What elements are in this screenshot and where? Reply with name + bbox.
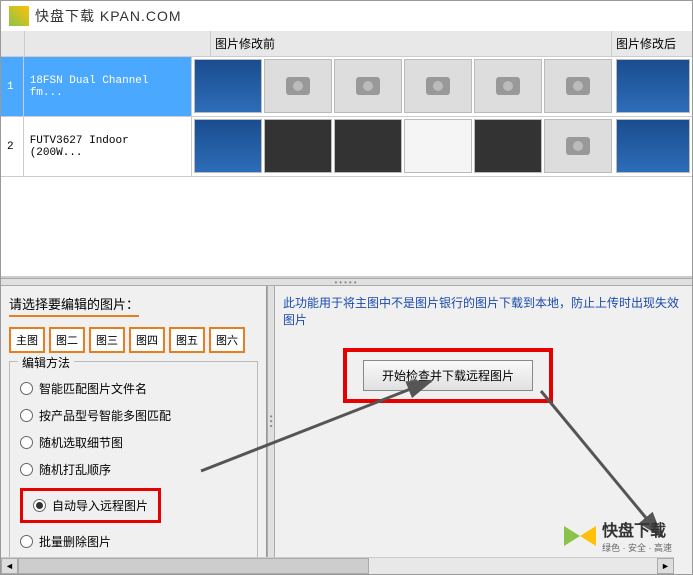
edit-method-fieldset: 编辑方法 智能匹配图片文件名 按产品型号智能多图匹配 随机选取细节图 随机打乱顺… — [9, 361, 258, 571]
thumb-icon[interactable] — [194, 59, 262, 113]
radio-auto-import-remote[interactable]: 自动导入远程图片 — [33, 497, 148, 514]
fieldset-legend: 编辑方法 — [18, 354, 74, 371]
img-tab-2[interactable]: 图二 — [49, 327, 85, 353]
thumb-placeholder-icon[interactable] — [404, 59, 472, 113]
scroll-track[interactable] — [18, 558, 657, 574]
highlight-annotation: 自动导入远程图片 — [20, 488, 161, 523]
scroll-left-icon[interactable]: ◄ — [1, 558, 18, 574]
radio-icon — [20, 409, 33, 422]
img-tab-5[interactable]: 图五 — [169, 327, 205, 353]
horizontal-scrollbar[interactable]: ◄ ► — [1, 557, 674, 574]
img-tab-main[interactable]: 主图 — [9, 327, 45, 353]
table-row[interactable]: 2 FUTV3627 Indoor (200W... — [1, 117, 692, 177]
table-row[interactable]: 1 18FSN Dual Channel fm... — [1, 57, 692, 117]
radio-icon — [20, 436, 33, 449]
scroll-thumb[interactable] — [18, 558, 369, 574]
vertical-splitter[interactable]: ••• — [267, 286, 275, 558]
thumb-icon[interactable] — [616, 119, 690, 173]
select-image-label: 请选择要编辑的图片： — [9, 294, 139, 317]
radio-icon — [20, 535, 33, 548]
thumbs-before — [192, 117, 614, 176]
left-panel: 请选择要编辑的图片： 主图 图二 图三 图四 图五 图六 编辑方法 智能匹配图片… — [1, 286, 267, 558]
radio-batch-delete[interactable]: 批量删除图片 — [20, 533, 247, 550]
thumbs-before — [192, 57, 614, 116]
thumb-icon[interactable] — [474, 119, 542, 173]
start-download-button[interactable]: 开始检查并下载远程图片 — [363, 360, 533, 391]
row-index: 1 — [1, 57, 24, 116]
watermark-text: 快盘下载 绿色 · 安全 · 高速 — [602, 517, 672, 554]
row-name: 18FSN Dual Channel fm... — [24, 57, 192, 116]
highlight-annotation: 开始检查并下载远程图片 — [343, 348, 553, 403]
thumb-icon[interactable] — [616, 59, 690, 113]
info-text: 此功能用于将主图中不是图片银行的图片下载到本地，防止上传时出现失效图片 — [283, 294, 684, 328]
thumbs-after — [614, 117, 692, 176]
img-tab-6[interactable]: 图六 — [209, 327, 245, 353]
grid-header: 图片修改前 图片修改后 — [1, 31, 692, 57]
radio-model-match[interactable]: 按产品型号智能多图匹配 — [20, 407, 247, 424]
img-tab-3[interactable]: 图三 — [89, 327, 125, 353]
thumb-icon[interactable] — [334, 119, 402, 173]
radio-shuffle[interactable]: 随机打乱顺序 — [20, 461, 247, 478]
radio-random-detail[interactable]: 随机选取细节图 — [20, 434, 247, 451]
grid-blank-area — [1, 177, 692, 277]
thumb-icon[interactable] — [404, 119, 472, 173]
titlebar-text: 快盘下载 KPAN.COM — [35, 6, 182, 26]
watermark-icon — [562, 518, 598, 554]
thumbs-after — [614, 57, 692, 116]
image-grid-section: 图片修改前 图片修改后 1 18FSN Dual Channel fm... 2… — [1, 31, 692, 278]
row-index: 2 — [1, 117, 24, 176]
img-tab-4[interactable]: 图四 — [129, 327, 165, 353]
col-index-header — [1, 31, 25, 56]
titlebar: 快盘下载 KPAN.COM — [1, 1, 692, 31]
thumb-placeholder-icon[interactable] — [544, 119, 612, 173]
app-logo-icon — [9, 6, 29, 26]
radio-checked-icon — [33, 499, 46, 512]
radio-icon — [20, 382, 33, 395]
thumb-placeholder-icon[interactable] — [474, 59, 542, 113]
col-name-header — [25, 31, 211, 56]
thumb-placeholder-icon[interactable] — [264, 59, 332, 113]
scroll-right-icon[interactable]: ► — [657, 558, 674, 574]
thumb-placeholder-icon[interactable] — [544, 59, 612, 113]
col-after-header: 图片修改后 — [612, 31, 692, 56]
col-before-header: 图片修改前 — [211, 31, 612, 56]
radio-smart-filename[interactable]: 智能匹配图片文件名 — [20, 380, 247, 397]
thumb-placeholder-icon[interactable] — [334, 59, 402, 113]
thumb-icon[interactable] — [264, 119, 332, 173]
row-name: FUTV3627 Indoor (200W... — [24, 117, 192, 176]
watermark-logo: 快盘下载 绿色 · 安全 · 高速 — [562, 517, 672, 554]
main-window: 快盘下载 KPAN.COM 图片修改前 图片修改后 1 18FSN Dual C… — [0, 0, 693, 575]
thumb-icon[interactable] — [194, 119, 262, 173]
radio-icon — [20, 463, 33, 476]
image-tab-row: 主图 图二 图三 图四 图五 图六 — [9, 327, 258, 353]
horizontal-splitter[interactable]: ••••• — [1, 278, 692, 286]
